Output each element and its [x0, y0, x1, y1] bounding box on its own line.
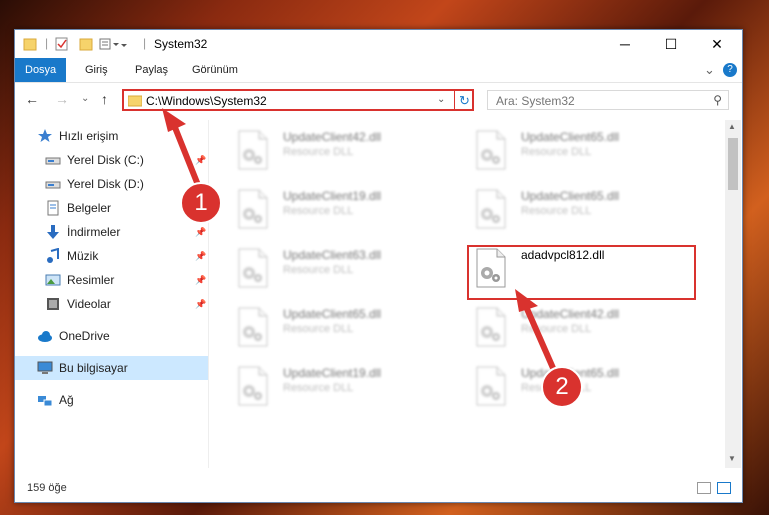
step-1-badge: 1 — [180, 182, 222, 224]
arrow-1-head — [162, 108, 186, 132]
arrow-2-head — [515, 289, 538, 312]
arrow-1-line — [169, 118, 203, 192]
annotation-arrows — [162, 108, 556, 370]
arrow-2-line — [521, 300, 556, 370]
step-2-badge: 2 — [541, 366, 583, 408]
